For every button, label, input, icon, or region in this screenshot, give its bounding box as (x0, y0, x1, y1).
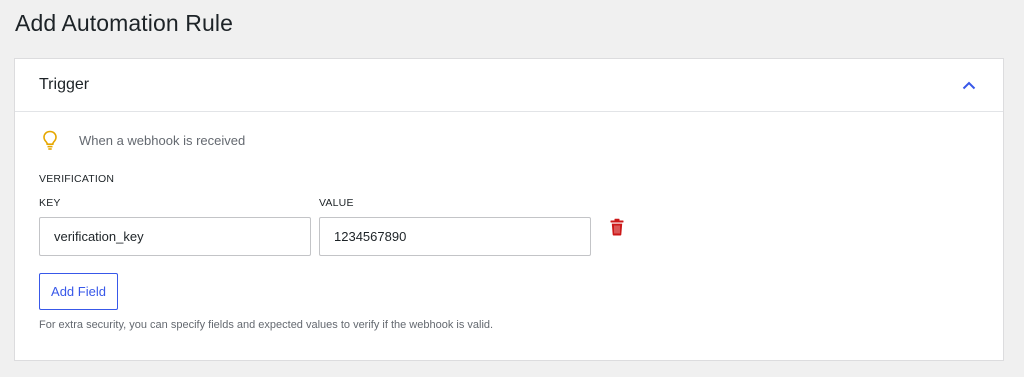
trigger-card: Trigger When a webhook is received VERIF… (14, 58, 1004, 361)
verification-help-text: For extra security, you can specify fiel… (39, 319, 494, 331)
add-field-button[interactable]: Add Field (39, 273, 118, 310)
trigger-text: When a webhook is received (79, 132, 246, 148)
page-title: Add Automation Rule (15, 10, 233, 36)
delete-field-button[interactable] (610, 218, 624, 236)
trash-icon (610, 218, 624, 236)
key-column-label: KEY (39, 197, 61, 209)
verification-key-input[interactable] (39, 217, 311, 256)
trigger-card-header[interactable]: Trigger (15, 59, 1003, 112)
value-column-label: VALUE (319, 197, 354, 209)
trigger-card-title: Trigger (39, 76, 90, 93)
trigger-description: When a webhook is received (41, 129, 245, 151)
verification-value-input[interactable] (319, 217, 591, 256)
collapse-button[interactable] (959, 75, 979, 95)
verification-section-label: VERIFICATION (39, 173, 115, 185)
chevron-up-icon (962, 81, 976, 89)
lightbulb-icon (43, 130, 57, 150)
